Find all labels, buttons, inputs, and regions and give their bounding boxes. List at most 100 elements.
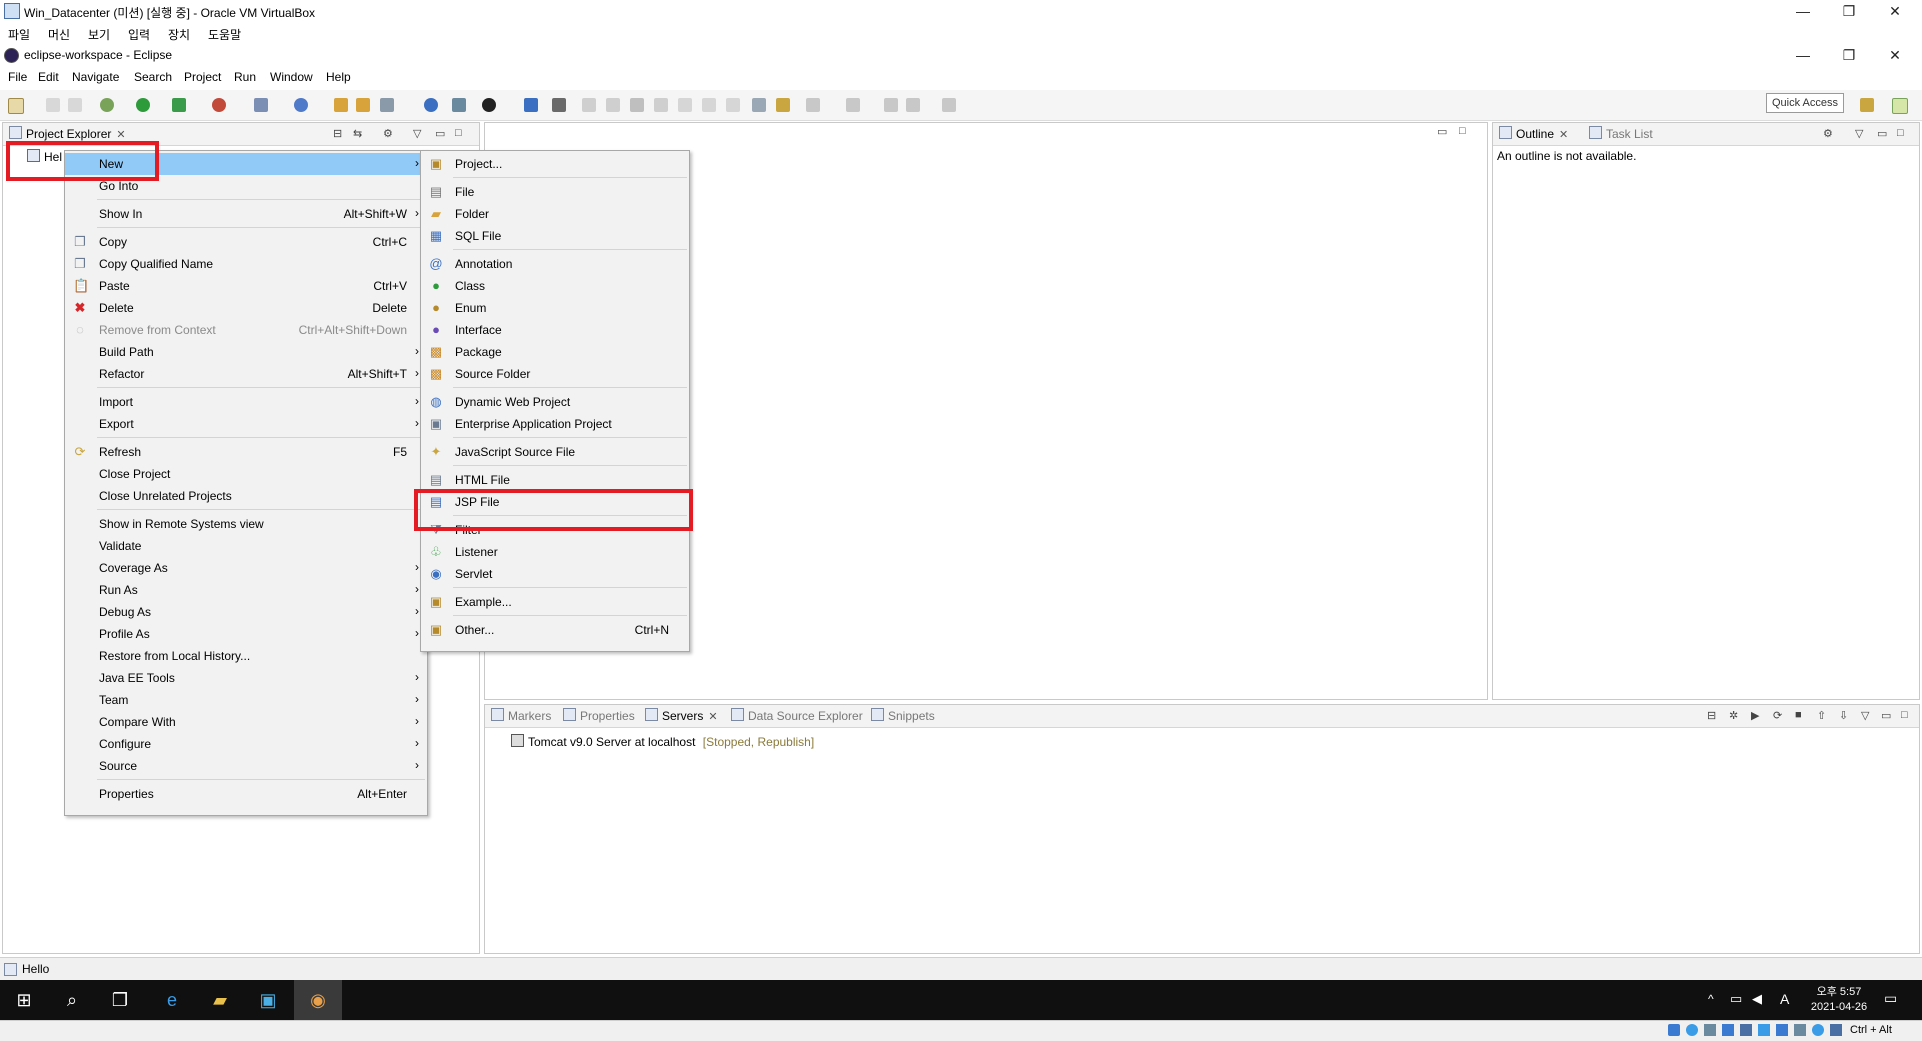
previous-annotation-icon[interactable] [846, 98, 860, 112]
minimize-view-icon[interactable]: ▭ [1881, 709, 1891, 722]
browser-icon[interactable] [424, 98, 438, 112]
toggle-mark-occurrences-icon[interactable] [752, 98, 766, 112]
open-perspective-icon[interactable] [1860, 98, 1874, 112]
vbox-close-button[interactable]: ✕ [1872, 0, 1918, 22]
vbox-minimize-button[interactable]: — [1780, 0, 1826, 22]
skip-breakpoints-icon[interactable] [552, 98, 566, 112]
java-ee-perspective-icon[interactable] [1892, 98, 1908, 114]
new-javascript-file-item[interactable]: ✦ JavaScript Source File [421, 441, 689, 463]
step-over-icon[interactable] [702, 98, 716, 112]
web-services-icon[interactable] [452, 98, 466, 112]
editor-maximize-icon[interactable]: □ [1459, 125, 1466, 137]
new-project-item[interactable]: ▣ Project... [421, 153, 689, 175]
menu-item-run-as[interactable]: Run As › [65, 579, 427, 601]
menu-item-copy[interactable]: ❐ Copy Ctrl+C [65, 231, 427, 253]
terminate-icon[interactable] [630, 98, 644, 112]
next-annotation-icon[interactable] [806, 98, 820, 112]
menu-window[interactable]: Window [270, 70, 313, 84]
forward-icon[interactable] [942, 98, 956, 112]
menu-item-compare-with[interactable]: Compare With › [65, 711, 427, 733]
new-servlet-item[interactable]: ◉ Servlet [421, 563, 689, 585]
new-icon[interactable] [8, 98, 24, 114]
cpu-icon[interactable] [1812, 1024, 1824, 1036]
vbox-menu-help[interactable]: 도움말 [208, 26, 241, 43]
save-icon[interactable] [46, 98, 60, 112]
menu-item-refresh[interactable]: ⟳ Refresh F5 [65, 441, 427, 463]
new-listener-item[interactable]: ♧ Listener [421, 541, 689, 563]
display-icon[interactable] [1776, 1024, 1788, 1036]
menu-item-delete[interactable]: ✖ Delete Delete [65, 297, 427, 319]
step-into-icon[interactable] [678, 98, 692, 112]
menu-item-team[interactable]: Team › [65, 689, 427, 711]
maximize-view-icon[interactable]: □ [1901, 709, 1908, 721]
clock[interactable]: 오후 5:57 2021-04-26 [1804, 983, 1874, 1013]
maximize-view-icon[interactable]: □ [455, 127, 462, 139]
mouse-integration-icon[interactable] [1830, 1024, 1842, 1036]
menu-item-close-project[interactable]: Close Project [65, 463, 427, 485]
menu-item-export[interactable]: Export › [65, 413, 427, 435]
start-button[interactable]: ⊞ [0, 980, 48, 1020]
hdd-icon[interactable] [1668, 1024, 1680, 1036]
tab-servers[interactable]: Servers ✕ [645, 708, 718, 723]
start-server-icon[interactable]: ▶ [1751, 709, 1759, 722]
open-folder-icon[interactable] [356, 98, 370, 112]
debug-server-icon[interactable]: ✲ [1729, 709, 1738, 722]
menu-item-java-ee-tools[interactable]: Java EE Tools › [65, 667, 427, 689]
eclipse-minimize-button[interactable]: — [1780, 44, 1826, 66]
tab-snippets[interactable]: Snippets [871, 708, 935, 723]
open-type-icon[interactable] [334, 98, 348, 112]
stop-server-icon[interactable]: ■ [1795, 709, 1802, 721]
menu-help[interactable]: Help [326, 70, 351, 84]
menu-item-properties[interactable]: Properties Alt+Enter [65, 783, 427, 805]
vbox-menu-file[interactable]: 파일 [8, 26, 30, 43]
new-example-item[interactable]: ▣ Example... [421, 591, 689, 613]
menu-run[interactable]: Run [234, 70, 256, 84]
menu-item-copy-qualified-name[interactable]: ❐ Copy Qualified Name [65, 253, 427, 275]
back-icon[interactable] [884, 98, 898, 112]
new-html-file-item[interactable]: ▤ HTML File [421, 469, 689, 491]
eclipse-taskbar-icon[interactable]: ◉ [294, 980, 342, 1020]
back-dropdown-icon[interactable] [906, 98, 920, 112]
tab-markers[interactable]: Markers [491, 708, 551, 723]
task-view-icon[interactable]: ❐ [96, 980, 144, 1020]
vbox-menu-input[interactable]: 입력 [128, 26, 150, 43]
menu-item-source[interactable]: Source › [65, 755, 427, 777]
save-all-icon[interactable] [68, 98, 82, 112]
search-icon[interactable] [380, 98, 394, 112]
ime-indicator[interactable]: A [1780, 991, 1789, 1007]
new-folder-item[interactable]: ▰ Folder [421, 203, 689, 225]
new-class-icon[interactable] [294, 98, 308, 112]
network-icon[interactable]: ▭ [1730, 991, 1742, 1007]
file-explorer-icon[interactable]: ▰ [196, 980, 244, 1020]
menu-item-paste[interactable]: 📋 Paste Ctrl+V [65, 275, 427, 297]
editor-minimize-icon[interactable]: ▭ [1437, 125, 1447, 138]
collapse-all-icon[interactable]: ⊟ [1707, 709, 1716, 722]
new-enum-item[interactable]: ● Enum [421, 297, 689, 319]
network-adapter-icon[interactable] [1722, 1024, 1734, 1036]
menu-search[interactable]: Search [134, 70, 172, 84]
suspend-icon[interactable] [606, 98, 620, 112]
link-editor-icon[interactable]: ⇆ [353, 127, 362, 140]
menu-item-show-in[interactable]: Show In Alt+Shift+W › [65, 203, 427, 225]
menu-item-show-in-remote-systems[interactable]: Show in Remote Systems view [65, 513, 427, 535]
menu-item-restore-local-history[interactable]: Restore from Local History... [65, 645, 427, 667]
new-file-item[interactable]: ▤ File [421, 181, 689, 203]
tab-project-explorer[interactable]: Project Explorer ✕ [9, 126, 126, 141]
close-icon[interactable]: ✕ [708, 711, 717, 723]
close-icon[interactable]: ✕ [1559, 129, 1568, 141]
menu-file[interactable]: File [8, 70, 27, 84]
vbox-menu-devices[interactable]: 장치 [168, 26, 190, 43]
view-menu-icon[interactable]: ▽ [1855, 127, 1863, 140]
new-annotation-item[interactable]: @ Annotation [421, 253, 689, 275]
tab-task-list[interactable]: Task List [1589, 126, 1653, 141]
volume-muted-icon[interactable]: ◀ [1752, 991, 1762, 1007]
new-class-item[interactable]: ● Class [421, 275, 689, 297]
collapse-all-icon[interactable]: ⊟ [333, 127, 342, 140]
recording-icon[interactable] [1794, 1024, 1806, 1036]
profile-icon[interactable] [482, 98, 496, 112]
tab-data-source-explorer[interactable]: Data Source Explorer [731, 708, 863, 723]
disconnect-icon[interactable] [654, 98, 668, 112]
publish-icon[interactable]: ⇧ [1817, 709, 1826, 722]
menu-edit[interactable]: Edit [38, 70, 59, 84]
vbox-menu-view[interactable]: 보기 [88, 26, 110, 43]
